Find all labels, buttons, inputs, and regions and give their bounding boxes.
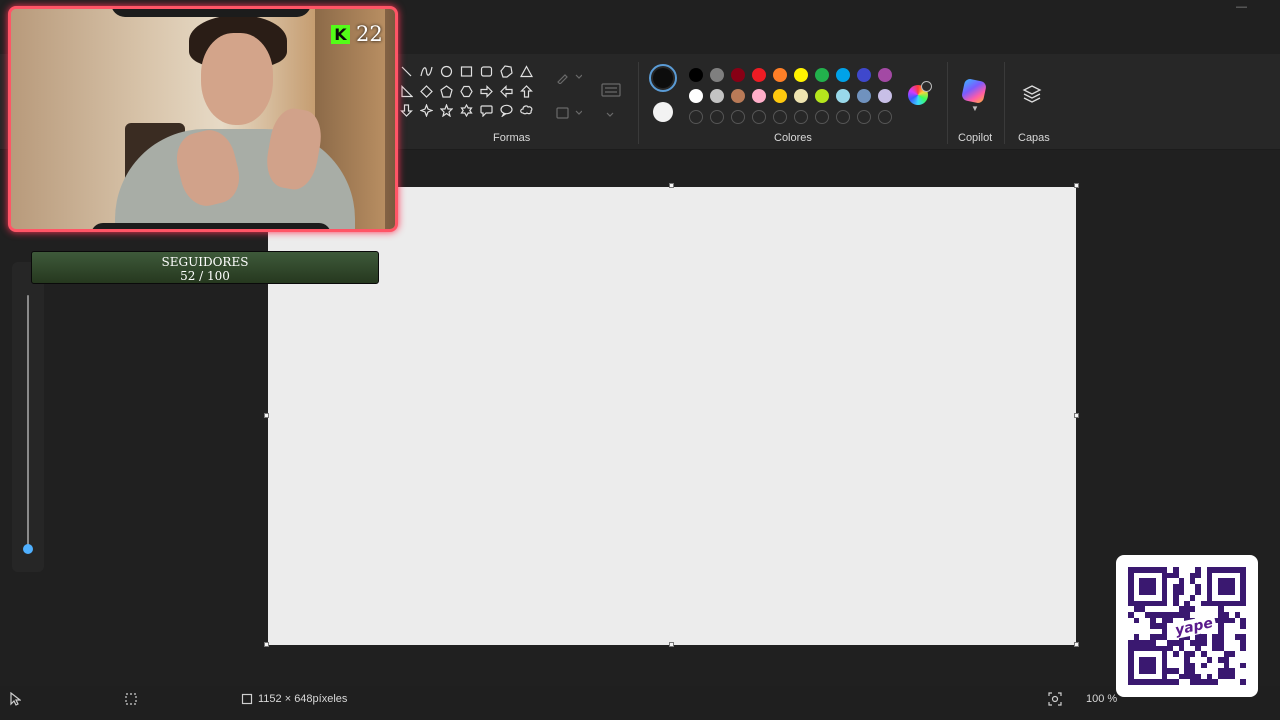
color-swatch[interactable] [815, 68, 829, 82]
custom-color-slot[interactable] [836, 110, 850, 124]
chevron-down-icon[interactable] [605, 106, 615, 124]
pentagon-icon[interactable] [436, 82, 456, 102]
right-arrow-icon[interactable] [476, 82, 496, 102]
color-swatch[interactable] [731, 89, 745, 103]
resize-handle[interactable] [1074, 642, 1079, 647]
yape-qr-card: yape [1116, 555, 1258, 697]
six-point-star-icon[interactable] [456, 101, 476, 121]
resize-handle[interactable] [669, 642, 674, 647]
line-icon[interactable] [396, 62, 416, 82]
layers-label: Capas [1018, 132, 1050, 144]
color-swatch[interactable] [689, 89, 703, 103]
viewer-count-badge: K 22 [331, 22, 383, 46]
left-arrow-icon[interactable] [496, 82, 516, 102]
color-swatch[interactable] [752, 89, 766, 103]
cursor-position-icon [9, 691, 22, 711]
curve-icon[interactable] [416, 62, 436, 82]
color-swatch[interactable] [710, 89, 724, 103]
oval-callout-icon[interactable] [496, 101, 516, 121]
layers-icon[interactable] [1022, 84, 1042, 109]
hexagon-icon[interactable] [456, 82, 476, 102]
color-swatch[interactable] [794, 68, 808, 82]
qr-module [1240, 679, 1246, 685]
custom-color-slot[interactable] [689, 110, 703, 124]
followers-title: SEGUIDORES [161, 255, 249, 269]
color-swatch[interactable] [815, 89, 829, 103]
color-swatch[interactable] [878, 89, 892, 103]
color-swatch[interactable] [731, 68, 745, 82]
custom-color-slot[interactable] [878, 110, 892, 124]
shape-outline-icon[interactable] [556, 70, 583, 89]
rectangle-icon[interactable] [456, 62, 476, 82]
rounded-rectangle-icon[interactable] [476, 62, 496, 82]
selection-size-icon [124, 692, 138, 711]
custom-color-slot[interactable] [731, 110, 745, 124]
primary-color-swatch [653, 68, 673, 88]
shapes-gallery [396, 62, 536, 121]
color-swatch[interactable] [878, 68, 892, 82]
custom-color-slot[interactable] [857, 110, 871, 124]
ribbon-divider [1004, 62, 1005, 144]
primary-color-button[interactable] [649, 64, 677, 92]
color-swatch[interactable] [857, 68, 871, 82]
ribbon-divider [947, 62, 948, 144]
color-swatch[interactable] [710, 68, 724, 82]
brush-size-slider-thumb[interactable] [23, 544, 33, 554]
shape-fill-icon[interactable] [556, 106, 583, 125]
color-swatch[interactable] [773, 89, 787, 103]
resize-handle[interactable] [669, 183, 674, 188]
ribbon-divider [638, 62, 639, 144]
polygon-icon[interactable] [496, 62, 516, 82]
edit-colors-icon[interactable] [908, 81, 932, 105]
kick-logo: K [331, 24, 350, 44]
resize-handle[interactable] [264, 642, 269, 647]
oval-icon[interactable] [436, 62, 456, 82]
color-swatch[interactable] [794, 89, 808, 103]
custom-color-slot[interactable] [752, 110, 766, 124]
status-bar: 1152 × 648píxeles 100 % [0, 686, 1280, 720]
resize-handle[interactable] [1074, 413, 1079, 418]
followers-count: 52 / 100 [180, 269, 230, 283]
colors-group-label: Colores [774, 132, 812, 144]
secondary-color-button[interactable] [653, 102, 673, 122]
shapes-group-label: Formas [493, 132, 531, 144]
copilot-label: Copilot [958, 132, 993, 144]
down-arrow-icon[interactable] [396, 101, 416, 121]
canvas-size-text: 1152 × 648píxeles [258, 693, 348, 705]
custom-color-slot[interactable] [773, 110, 787, 124]
cloud-callout-icon[interactable] [516, 101, 536, 121]
triangle-icon[interactable] [516, 62, 536, 82]
custom-color-slot[interactable] [794, 110, 808, 124]
resize-handle[interactable] [264, 413, 269, 418]
up-arrow-icon[interactable] [516, 82, 536, 102]
color-swatch[interactable] [857, 89, 871, 103]
color-swatch[interactable] [752, 68, 766, 82]
minimize-button[interactable]: — [1236, 2, 1247, 13]
color-swatch[interactable] [773, 68, 787, 82]
zoom-level[interactable]: 100 % [1086, 693, 1117, 705]
drawing-canvas[interactable] [268, 187, 1076, 645]
chevron-down-icon[interactable]: ▼ [971, 104, 979, 113]
custom-color-slot[interactable] [815, 110, 829, 124]
five-point-star-icon[interactable] [436, 101, 456, 121]
canvas-size-icon [241, 692, 253, 710]
color-swatch[interactable] [689, 68, 703, 82]
custom-color-slot[interactable] [710, 110, 724, 124]
diamond-icon[interactable] [416, 82, 436, 102]
followers-goal-bar: SEGUIDORES 52 / 100 [31, 251, 379, 284]
color-swatch[interactable] [836, 68, 850, 82]
resize-handle[interactable] [1074, 183, 1079, 188]
right-triangle-icon[interactable] [396, 82, 416, 102]
color-palette [686, 65, 896, 128]
rounded-callout-icon[interactable] [476, 101, 496, 121]
shape-style-icon[interactable] [600, 82, 622, 103]
four-point-star-icon[interactable] [416, 101, 436, 121]
copilot-icon[interactable] [960, 77, 988, 105]
viewer-count: 22 [356, 22, 383, 46]
color-swatch[interactable] [836, 89, 850, 103]
brush-size-slider[interactable] [27, 295, 29, 553]
fit-to-window-icon[interactable] [1048, 692, 1062, 711]
